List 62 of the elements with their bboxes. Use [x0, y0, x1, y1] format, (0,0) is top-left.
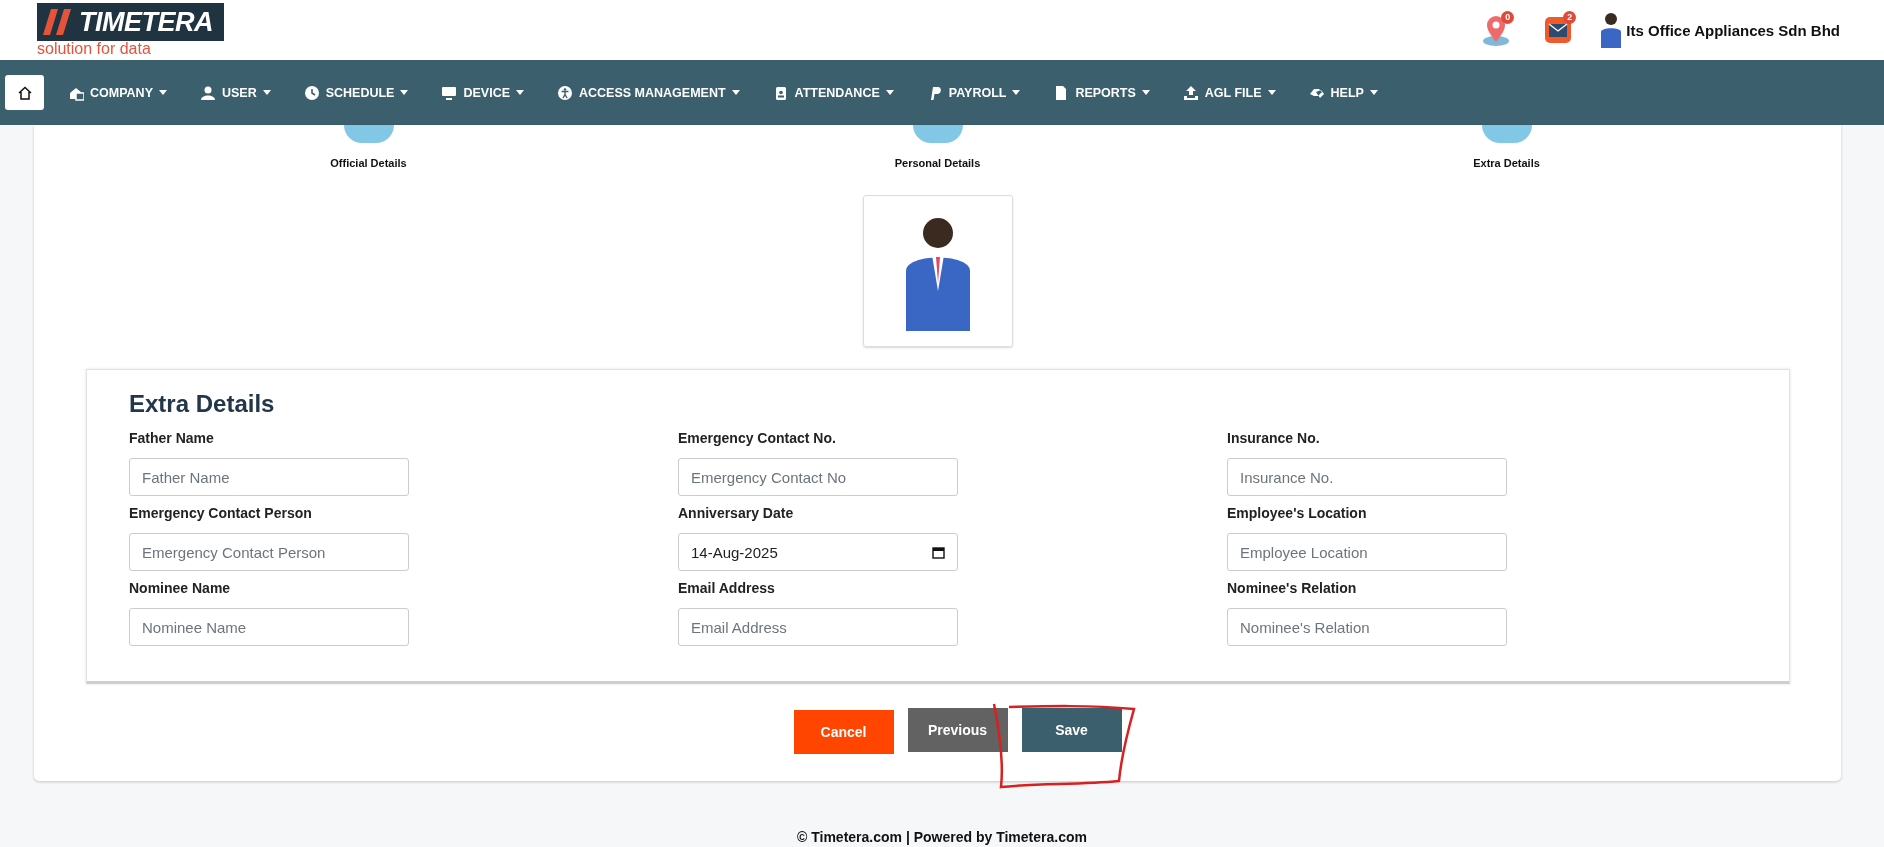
- footer-text: © Timetera.com | Powered by Timetera.com: [796, 829, 1088, 845]
- caret-icon: [400, 90, 409, 95]
- home-button[interactable]: [5, 75, 44, 110]
- caret-icon: [1141, 90, 1150, 95]
- caret-icon: [1267, 90, 1276, 95]
- count-badge: 0: [1501, 11, 1515, 24]
- field-label: Nominee's Relation: [1227, 580, 1358, 596]
- map-pin-icon[interactable]: [1481, 13, 1512, 47]
- nav-menu-item[interactable]: USER: [199, 84, 271, 101]
- text-field[interactable]: Emergency Contact No: [678, 458, 958, 496]
- caret-icon: [262, 90, 271, 95]
- access-icon: [557, 84, 573, 101]
- field-label: Employee's Location: [1227, 505, 1368, 521]
- field-label: Anniversary Date: [678, 505, 795, 521]
- nav-menu-item[interactable]: DEVICE: [441, 84, 524, 101]
- home-icon: [17, 85, 32, 100]
- text-field[interactable]: Employee Location: [1227, 533, 1507, 571]
- caret-icon: [885, 90, 894, 95]
- field-label: Father Name: [129, 430, 215, 446]
- caret-icon: [1369, 90, 1378, 95]
- nav-menu-item[interactable]: COMPANY: [68, 84, 167, 101]
- nav-menu-item[interactable]: REPORTS: [1053, 84, 1150, 101]
- logo[interactable]: TIMETERA: [37, 3, 224, 41]
- nav-menu-item[interactable]: SCHEDULE: [303, 84, 409, 101]
- step-label: Official Details: [330, 157, 407, 169]
- nav-menu-item[interactable]: HELP: [1308, 84, 1378, 101]
- upload-icon: [1182, 84, 1199, 101]
- user-avatar-icon[interactable]: [1600, 12, 1623, 48]
- text-field[interactable]: Nominee Name: [129, 608, 409, 646]
- previous-button[interactable]: Previous: [907, 708, 1008, 752]
- count-badge: 2: [1563, 11, 1577, 24]
- step-label: Extra Details: [1473, 157, 1540, 169]
- slashes-icon: [43, 9, 73, 35]
- device-icon: [441, 84, 458, 101]
- caret-icon: [1012, 90, 1021, 95]
- field-label: Emergency Contact Person: [129, 505, 313, 521]
- step-label: Personal Details: [894, 157, 981, 169]
- schedule-icon: [303, 84, 320, 101]
- company-name[interactable]: Its Office Appliances Sdn Bhd: [1626, 21, 1840, 39]
- text-field[interactable]: Email Address: [678, 608, 958, 646]
- mail-icon[interactable]: [1544, 16, 1573, 44]
- user-icon: [199, 84, 216, 101]
- text-field[interactable]: Father Name: [129, 458, 409, 496]
- caret-icon: [516, 90, 524, 95]
- date-field[interactable]: 14-Aug-2025: [678, 533, 958, 571]
- nav-menu-item[interactable]: PAYROLL: [926, 84, 1021, 101]
- nav-menu-item[interactable]: ACCESS MANAGEMENT: [557, 84, 740, 101]
- caret-icon: [158, 90, 167, 95]
- field-label: Nominee Name: [129, 580, 232, 596]
- logo-tagline: solution for data: [37, 41, 152, 57]
- field-label: Email Address: [678, 580, 776, 596]
- field-label: Emergency Contact No.: [678, 430, 837, 446]
- section-title: Extra Details: [129, 390, 276, 418]
- save-button[interactable]: Save: [1021, 708, 1122, 752]
- text-field[interactable]: Emergency Contact Person: [129, 533, 409, 571]
- text-field[interactable]: Insurance No.: [1227, 458, 1507, 496]
- caret-icon: [731, 90, 740, 95]
- nav-menu-item[interactable]: AGL FILE: [1182, 84, 1276, 101]
- calendar-icon[interactable]: [932, 545, 945, 559]
- nav-menu-item[interactable]: ATTENDANCE: [772, 84, 894, 101]
- field-label: Insurance No.: [1227, 430, 1321, 446]
- text-field[interactable]: Nominee's Relation: [1227, 608, 1507, 646]
